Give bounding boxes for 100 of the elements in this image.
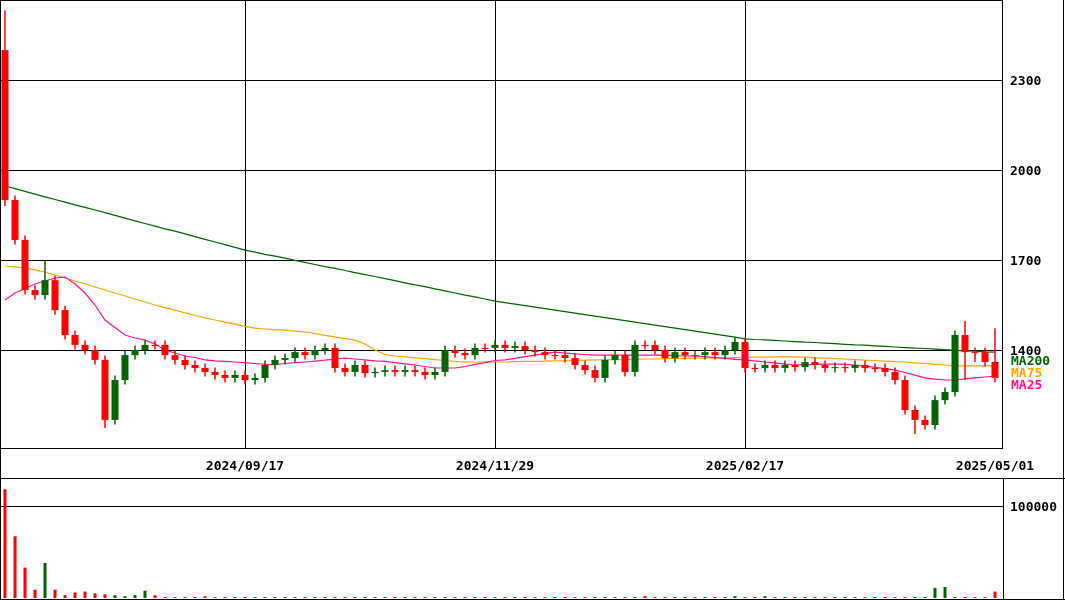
candlestick — [891, 366, 899, 386]
candlestick — [681, 346, 689, 361]
candlestick — [451, 344, 459, 359]
candlestick — [461, 347, 469, 361]
candlestick — [141, 339, 149, 356]
candlestick — [121, 349, 129, 386]
candlestick — [631, 339, 639, 378]
candlestick — [561, 349, 569, 364]
candlestick — [161, 339, 169, 361]
candlestick — [191, 359, 199, 374]
candlestick — [41, 259, 49, 301]
candlestick — [31, 284, 39, 301]
candlestick — [971, 346, 979, 363]
volume-bar — [73, 592, 77, 598]
candlestick — [441, 344, 449, 378]
volume-bar — [63, 595, 67, 598]
candlestick — [951, 329, 959, 398]
candlestick — [271, 354, 279, 371]
volume-bar — [113, 595, 117, 598]
candlestick — [671, 346, 679, 364]
candlestick — [611, 349, 619, 366]
candlestick — [321, 342, 329, 356]
candlestick — [911, 404, 919, 435]
volume-bar — [103, 594, 107, 598]
candlestick — [571, 352, 579, 371]
y-axis-label: 100000 — [1010, 498, 1057, 514]
candlestick — [221, 369, 229, 384]
candlestick — [491, 339, 499, 354]
x-axis-label: 2024/09/17 — [205, 458, 285, 473]
candlestick — [511, 340, 519, 354]
candlestick — [291, 346, 299, 364]
candlestick — [551, 349, 559, 361]
series-label: MA75 — [1011, 365, 1043, 380]
volume-bar — [53, 589, 57, 598]
candlestick — [941, 386, 949, 406]
candlestick — [901, 374, 909, 416]
candlestick — [811, 356, 819, 371]
candlestick — [11, 194, 19, 246]
candlestick — [21, 234, 29, 296]
candlestick — [871, 362, 879, 374]
y-axis-label: 2000 — [1010, 163, 1042, 179]
candlestick — [391, 364, 399, 378]
candlestick — [621, 349, 629, 378]
candlestick — [411, 364, 419, 378]
candlestick — [131, 344, 139, 361]
volume-bar — [83, 591, 87, 598]
candlestick — [481, 342, 489, 354]
candlestick — [851, 359, 859, 374]
candlestick — [931, 394, 939, 431]
candlestick — [991, 327, 999, 384]
candlestick — [981, 346, 989, 368]
candlestick — [181, 354, 189, 371]
volume-bar — [153, 595, 157, 598]
candlestick — [791, 359, 799, 373]
candlestick — [351, 359, 359, 378]
candlestick — [881, 362, 889, 378]
candlestick — [641, 339, 649, 351]
candlestick — [111, 374, 119, 426]
candlestick — [541, 346, 549, 361]
candlestick — [751, 362, 759, 374]
x-axis-label: 2025/02/17 — [705, 458, 785, 473]
candlestick — [601, 354, 609, 384]
candlestick — [81, 339, 89, 356]
candlestick — [921, 414, 929, 431]
x-axis-label: 2025/05/01 — [955, 458, 1035, 473]
candlestick — [311, 344, 319, 361]
volume-bar — [23, 567, 27, 598]
candlestick — [771, 359, 779, 374]
volume-bar — [133, 595, 137, 598]
candlestick — [661, 344, 669, 364]
candlestick — [251, 372, 259, 386]
candlestick — [711, 346, 719, 361]
candlestick — [521, 340, 529, 356]
y-axis-label: 1700 — [1010, 253, 1042, 269]
candlestick — [651, 339, 659, 356]
candlestick — [51, 274, 59, 316]
candlestick — [201, 362, 209, 378]
candlestick — [281, 352, 289, 366]
candlestick — [211, 366, 219, 381]
candlestick — [151, 339, 159, 351]
candlestick — [861, 359, 869, 374]
candlestick — [301, 346, 309, 361]
volume-bar — [943, 586, 947, 598]
candlestick — [341, 362, 349, 378]
candlestick — [741, 336, 749, 374]
candlestick — [531, 344, 539, 358]
candlestick — [591, 364, 599, 384]
candlestick — [761, 359, 769, 374]
volume-bar — [13, 536, 17, 598]
candlestick — [331, 342, 339, 374]
volume-bar — [43, 562, 47, 598]
candlestick — [361, 359, 369, 379]
candlestick — [261, 359, 269, 384]
candlestick — [71, 329, 79, 351]
volume-bar — [933, 587, 937, 598]
candlestick — [171, 349, 179, 366]
candlestick — [431, 366, 439, 381]
candlestick — [831, 361, 839, 374]
candlestick — [721, 344, 729, 361]
volume-bar — [93, 593, 97, 598]
